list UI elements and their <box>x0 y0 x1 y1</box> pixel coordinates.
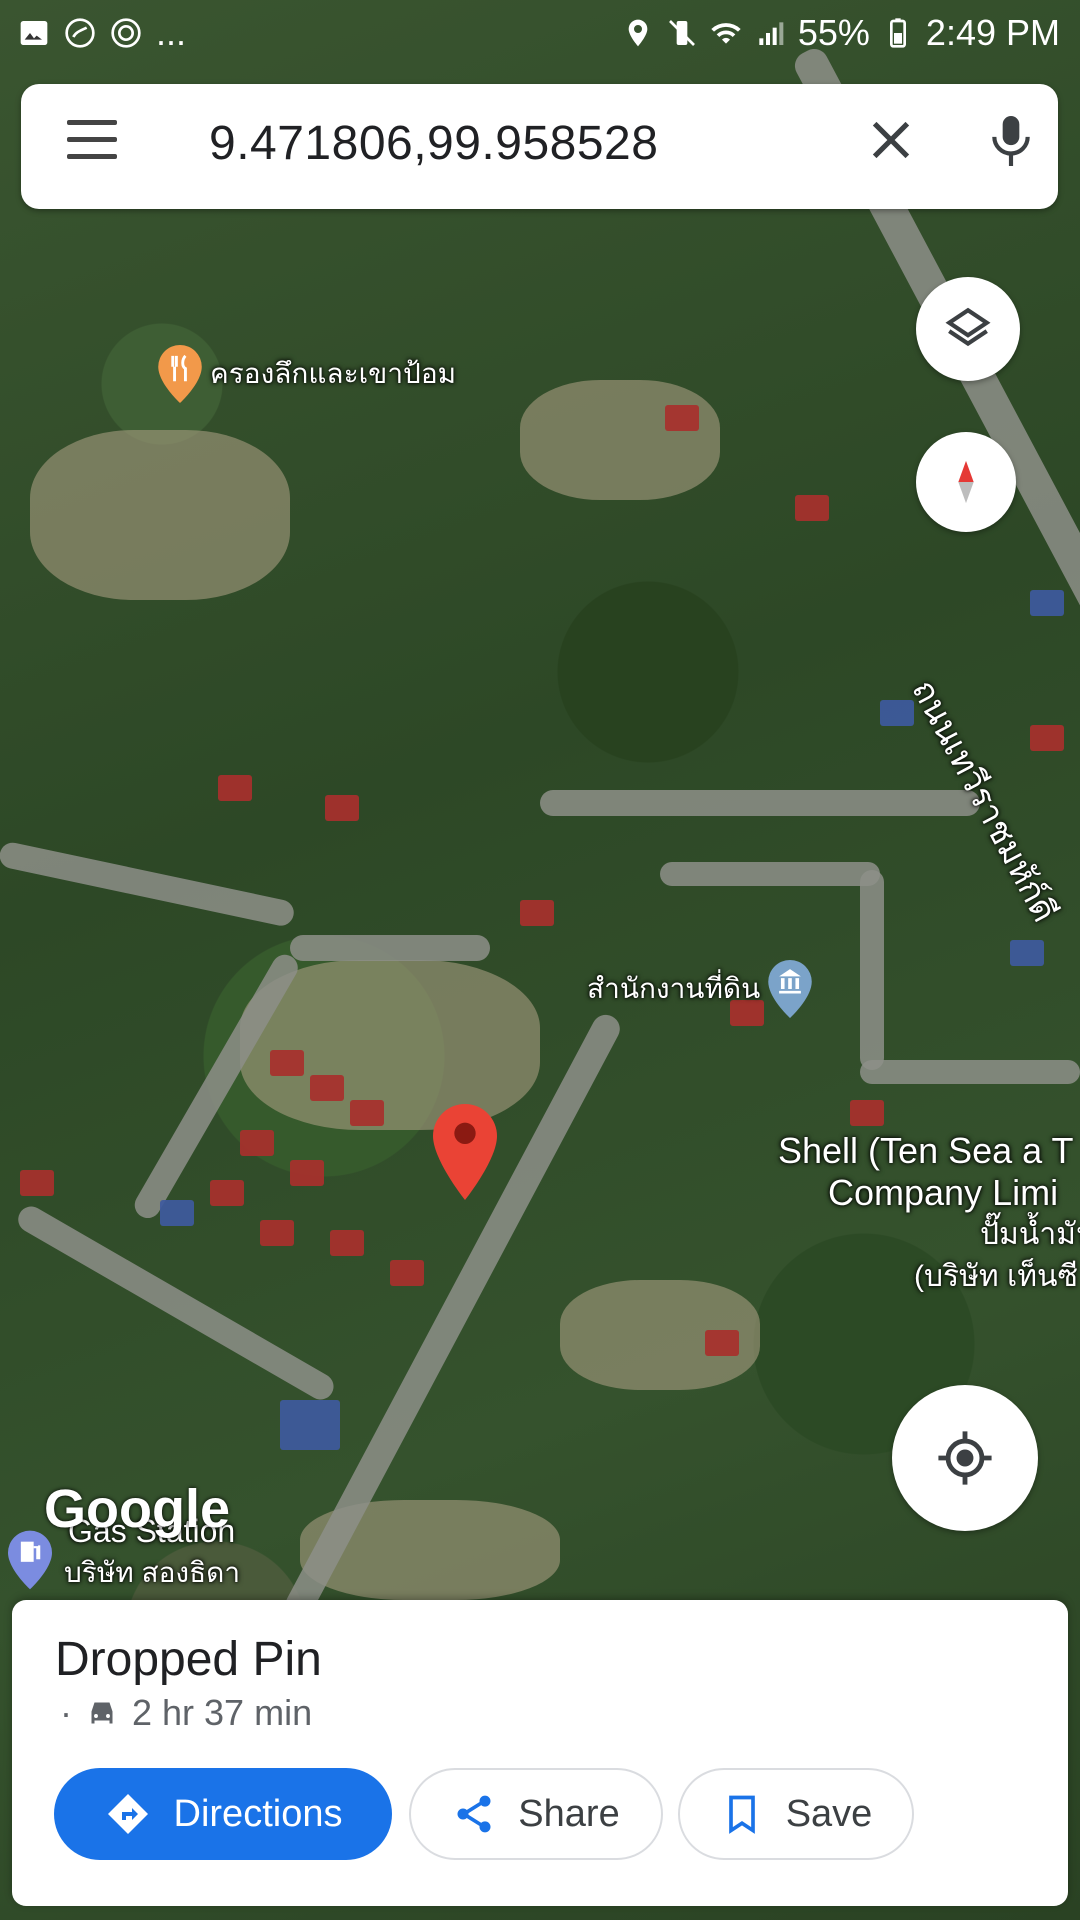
map-building <box>350 1100 384 1126</box>
battery-percent: 55% <box>797 12 870 53</box>
drive-eta: · 2 hr 37 min <box>60 1692 312 1734</box>
restaurant-pin-icon <box>158 345 202 403</box>
image-icon <box>20 21 48 45</box>
sync-icon <box>111 18 141 48</box>
poi-shell[interactable]: Shell (Ten Sea a T Company Limi ปั๊มน้ำม… <box>778 1130 1080 1298</box>
map-building <box>520 900 554 926</box>
layers-icon <box>945 307 991 347</box>
place-title: Dropped Pin <box>55 1633 322 1686</box>
map-road <box>290 935 490 961</box>
share-label: Share <box>518 1792 620 1835</box>
status-overflow: ... <box>156 12 187 53</box>
clock: 2:49 PM <box>925 12 1060 53</box>
shell-label-line2: Company Limi <box>828 1172 1059 1213</box>
map-building <box>1030 725 1064 751</box>
google-logo: Google <box>44 1479 230 1539</box>
map-road <box>540 790 980 816</box>
eta-bullet: · <box>60 1692 72 1733</box>
crosshair-icon <box>938 1431 992 1485</box>
share-button[interactable]: Share <box>409 1768 663 1860</box>
map-building <box>795 495 829 521</box>
map-road <box>860 1060 1080 1084</box>
compass-icon <box>958 460 974 504</box>
close-icon[interactable] <box>861 112 921 172</box>
map-building <box>160 1200 194 1226</box>
microphone-icon[interactable] <box>986 110 1046 180</box>
map-building <box>270 1050 304 1076</box>
missed-call-icon <box>65 18 95 48</box>
poi-land-office[interactable]: สำนักงานที่ดิน <box>587 960 812 1018</box>
poi-restaurant-label: ครองลึกและเขาป้อม <box>210 358 457 389</box>
shell-label-line3: ปั๊มน้ำมัน <box>980 1218 1080 1251</box>
map-building <box>310 1075 344 1101</box>
map-building <box>210 1180 244 1206</box>
poi-office-label: สำนักงานที่ดิน <box>587 973 761 1004</box>
wifi-icon <box>711 23 741 44</box>
map-building <box>218 775 252 801</box>
shell-label-line4: (บริษัท เท็นซี <box>914 1260 1078 1293</box>
mute-vibrate-icon <box>668 20 695 46</box>
directions-label: Directions <box>173 1792 343 1835</box>
search-bar[interactable]: 9.471806,99.958528 <box>21 84 1058 209</box>
shell-label-line1: Shell (Ten Sea a T <box>778 1130 1074 1171</box>
status-right: 55% 2:49 PM <box>622 12 1060 54</box>
signal-icon <box>759 22 784 45</box>
map-building <box>325 795 359 821</box>
map-building <box>390 1260 424 1286</box>
save-button[interactable]: Save <box>678 1768 914 1860</box>
search-input[interactable]: 9.471806,99.958528 <box>209 116 658 171</box>
map-building <box>850 1100 884 1126</box>
map-building <box>1030 590 1064 616</box>
government-pin-icon <box>768 960 812 1018</box>
map-road <box>0 840 297 929</box>
directions-icon <box>107 1794 148 1834</box>
map-building <box>260 1220 294 1246</box>
compass-button[interactable] <box>916 432 1016 532</box>
map-building <box>280 1400 340 1450</box>
location-icon <box>628 19 648 47</box>
map-road <box>860 870 884 1070</box>
map-building <box>20 1170 54 1196</box>
map-building <box>290 1160 324 1186</box>
status-left: ... <box>18 12 186 54</box>
status-bar: ... 55% 2:49 PM <box>0 0 1080 66</box>
eta-time: 2 hr 37 min <box>132 1692 313 1733</box>
map-building <box>665 405 699 431</box>
dropped-pin-icon[interactable] <box>433 1102 497 1202</box>
map-building <box>330 1230 364 1256</box>
place-sheet[interactable]: Dropped Pin · 2 hr 37 min Directions Sha… <box>12 1600 1068 1906</box>
battery-icon <box>889 18 906 48</box>
poi-restaurant[interactable]: ครองลึกและเขาป้อม <box>158 345 456 403</box>
hamburger-menu-icon[interactable] <box>67 120 121 172</box>
map-clearing <box>30 430 290 600</box>
map-clearing <box>520 380 720 500</box>
my-location-button[interactable] <box>892 1385 1038 1531</box>
share-icon <box>457 1795 491 1833</box>
map-road <box>660 862 880 886</box>
save-label: Save <box>785 1792 873 1835</box>
bookmark-icon <box>728 1795 755 1834</box>
map-building <box>705 1330 739 1356</box>
map-building <box>1010 940 1044 966</box>
directions-button[interactable]: Directions <box>54 1768 392 1860</box>
car-icon <box>91 1702 113 1724</box>
layers-button[interactable] <box>916 277 1020 381</box>
map-building <box>240 1130 274 1156</box>
